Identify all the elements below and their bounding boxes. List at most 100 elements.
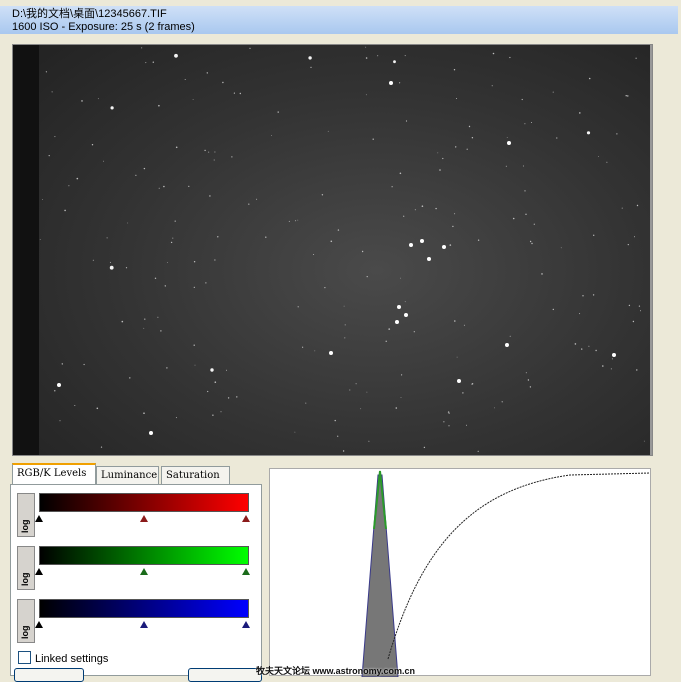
star [54,390,56,392]
tab-luminance[interactable]: Luminance [96,466,159,484]
star [529,240,532,243]
star [632,320,635,323]
star [194,364,196,366]
blue-channel-row: log [15,599,259,645]
star [533,223,535,225]
star [97,98,99,100]
star [509,56,511,59]
star [170,241,173,244]
linked-settings[interactable]: Linked settings [18,651,108,665]
star [477,450,479,452]
star [437,152,439,154]
histogram-curve-panel[interactable] [269,468,651,678]
blue-black-point-handle[interactable] [35,621,43,628]
star [611,358,613,360]
linked-settings-checkbox[interactable] [18,651,31,664]
star [327,130,329,132]
red-channel-row: log [15,493,259,539]
star [521,98,523,101]
red-midpoint-handle[interactable] [140,515,148,522]
star [127,222,129,224]
transfer-curve [387,472,651,660]
star [527,379,530,381]
star [452,225,454,228]
star [68,185,70,187]
red-log-button[interactable]: log [17,493,35,537]
tab-saturation[interactable]: Saturation [161,466,230,484]
star [265,236,267,238]
star [313,254,315,255]
star [391,186,393,188]
star [405,120,408,122]
star [552,91,554,93]
bright-star [395,320,399,324]
star [643,440,645,442]
star [135,174,137,176]
bright-star [397,305,401,309]
star-field-image [39,45,652,455]
star [595,349,597,352]
blue-slider[interactable] [35,618,250,632]
image-scrollbar[interactable] [650,45,652,455]
star [423,446,426,449]
star [627,244,629,246]
star [625,95,627,97]
tab-rgbk-levels[interactable]: RGB/K Levels [12,463,96,484]
bottom-button-right[interactable] [188,668,262,682]
red-slider[interactable] [35,512,250,526]
star [509,335,511,337]
image-info-header: D:\我的文档\桌面\12345667.TIF 1600 ISO - Expos… [0,6,678,34]
star [226,369,227,371]
star [349,389,351,391]
red-white-point-handle[interactable] [242,515,250,522]
star [579,112,581,114]
green-midpoint-handle[interactable] [140,568,148,575]
red-black-point-handle[interactable] [35,515,43,522]
star [213,159,215,161]
star [421,205,424,207]
bright-star [329,351,333,355]
blue-midpoint-handle[interactable] [140,621,148,628]
star [321,194,324,196]
star [491,85,493,87]
bright-star [427,257,431,261]
star [143,327,145,329]
star [297,306,299,308]
star [385,340,387,342]
star [193,286,195,288]
star [400,397,402,398]
green-white-point-handle[interactable] [242,568,250,575]
green-slider[interactable] [35,565,250,579]
star [593,234,595,236]
star [308,56,312,60]
star [96,407,99,410]
bottom-button-left[interactable] [14,668,84,682]
linked-settings-label: Linked settings [35,653,109,665]
blue-log-button[interactable]: log [17,599,35,643]
image-preview[interactable] [12,44,653,456]
blue-white-point-handle[interactable] [242,621,250,628]
star [455,146,457,148]
green-black-point-handle[interactable] [35,568,43,575]
star [635,57,637,59]
star [256,198,258,200]
star [377,55,379,57]
star [54,136,56,138]
star [42,199,43,200]
star [448,412,450,414]
star [449,244,452,246]
star [143,412,145,415]
star [435,207,437,210]
star [442,157,444,160]
green-log-button[interactable]: log [17,546,35,590]
star-field [39,46,645,452]
star [103,160,104,162]
star [188,185,190,187]
star [208,151,210,153]
star [51,91,53,93]
star [59,420,61,422]
star [524,123,526,125]
star [466,148,468,150]
star [439,169,441,171]
star [355,383,357,385]
